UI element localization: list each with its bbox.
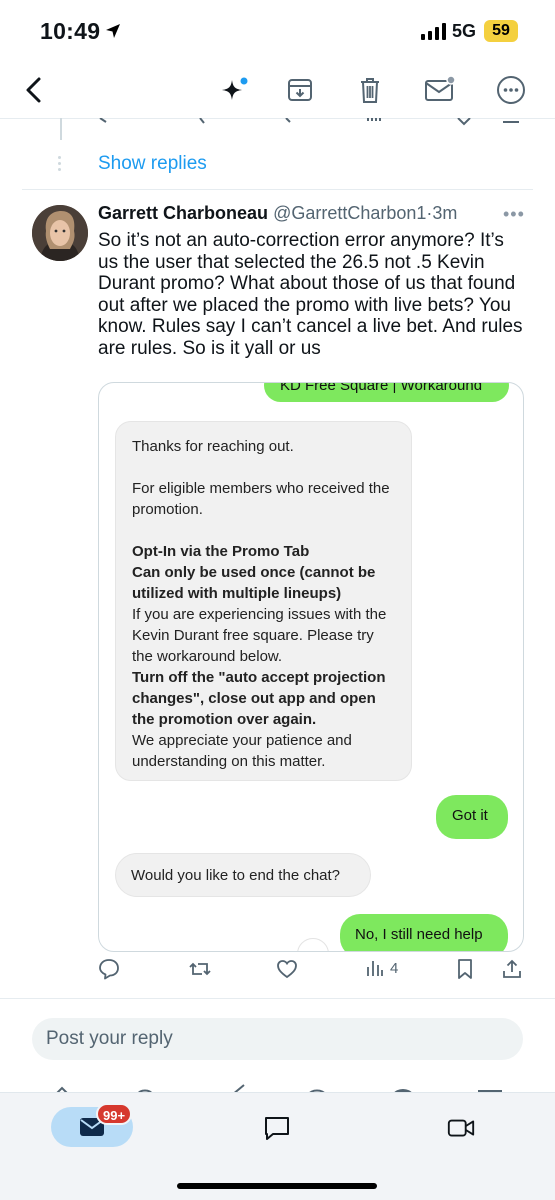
trash-icon[interactable]	[352, 72, 388, 108]
reply-input[interactable]: Post your reply	[32, 1018, 523, 1060]
chat-agent-bubble: Would you like to end the chat?	[115, 853, 371, 897]
tweet-author-handle[interactable]: @GarrettCharbon1	[273, 203, 426, 223]
tweet-actions: 4	[98, 958, 528, 986]
thread-line	[60, 118, 62, 140]
chat-user-bubble: No, I still need help	[340, 914, 508, 951]
reply-icon[interactable]	[98, 958, 120, 980]
scroll-down-button	[297, 938, 329, 951]
tweet-media-image[interactable]: KD Free Square | Workaround Thanks for r…	[98, 382, 524, 952]
signal-icon	[421, 22, 446, 40]
unread-badge: 99+	[96, 1103, 133, 1125]
chat-icon[interactable]	[262, 1113, 292, 1143]
chat-user-bubble: KD Free Square | Workaround	[264, 383, 509, 402]
top-nav	[0, 62, 555, 118]
network-type: 5G	[452, 21, 477, 41]
home-indicator	[177, 1183, 377, 1189]
like-icon[interactable]	[276, 958, 298, 980]
agent-line: Thanks for reaching out.	[132, 438, 294, 455]
agent-line: We appreciate your patience and understa…	[132, 732, 352, 770]
views-count: 4	[390, 959, 399, 977]
tweet-more-icon[interactable]: •••	[503, 204, 525, 225]
tweet-text: So it’s not an auto-correction error any…	[98, 230, 523, 359]
thread-dots	[58, 156, 61, 171]
reply-divider	[22, 189, 533, 190]
agent-line: Opt-In via the Promo Tab	[132, 543, 310, 560]
bookmark-icon[interactable]	[456, 958, 474, 980]
back-arrow-icon[interactable]	[16, 72, 52, 108]
more-circle-icon[interactable]	[493, 72, 529, 108]
location-arrow-icon	[106, 24, 120, 38]
agent-line: If you are experiencing issues with the …	[132, 606, 387, 665]
chat-user-bubble: Got it	[436, 795, 508, 839]
show-replies-link[interactable]: Show replies	[98, 153, 207, 175]
repost-icon[interactable]	[188, 958, 212, 980]
reply-area-divider	[0, 998, 555, 999]
tweet-time: 3m	[432, 203, 458, 223]
archive-icon[interactable]	[282, 72, 318, 108]
agent-line: Can only be used once (cannot be utilize…	[132, 564, 376, 602]
tweet-author-name[interactable]: Garrett Charboneau	[98, 203, 268, 223]
agent-line: For eligible members who received the pr…	[132, 480, 390, 518]
grok-sparkle-icon[interactable]	[216, 72, 252, 108]
status-time: 10:49	[40, 18, 101, 44]
status-bar: 10:49 5G 59	[0, 0, 555, 62]
views-icon[interactable]: 4	[366, 958, 398, 978]
video-call-icon[interactable]	[446, 1113, 476, 1143]
partial-action-row	[0, 118, 555, 132]
mail-icon[interactable]	[422, 72, 458, 108]
agent-line: Turn off the "auto accept projection cha…	[132, 669, 386, 728]
tweet-header: Garrett Charboneau @GarrettCharbon1·3m	[98, 203, 457, 224]
battery-icon: 59	[484, 20, 518, 42]
chat-agent-bubble: Thanks for reaching out. For eligible me…	[115, 421, 412, 781]
avatar[interactable]	[32, 205, 88, 261]
share-icon[interactable]	[501, 958, 523, 980]
